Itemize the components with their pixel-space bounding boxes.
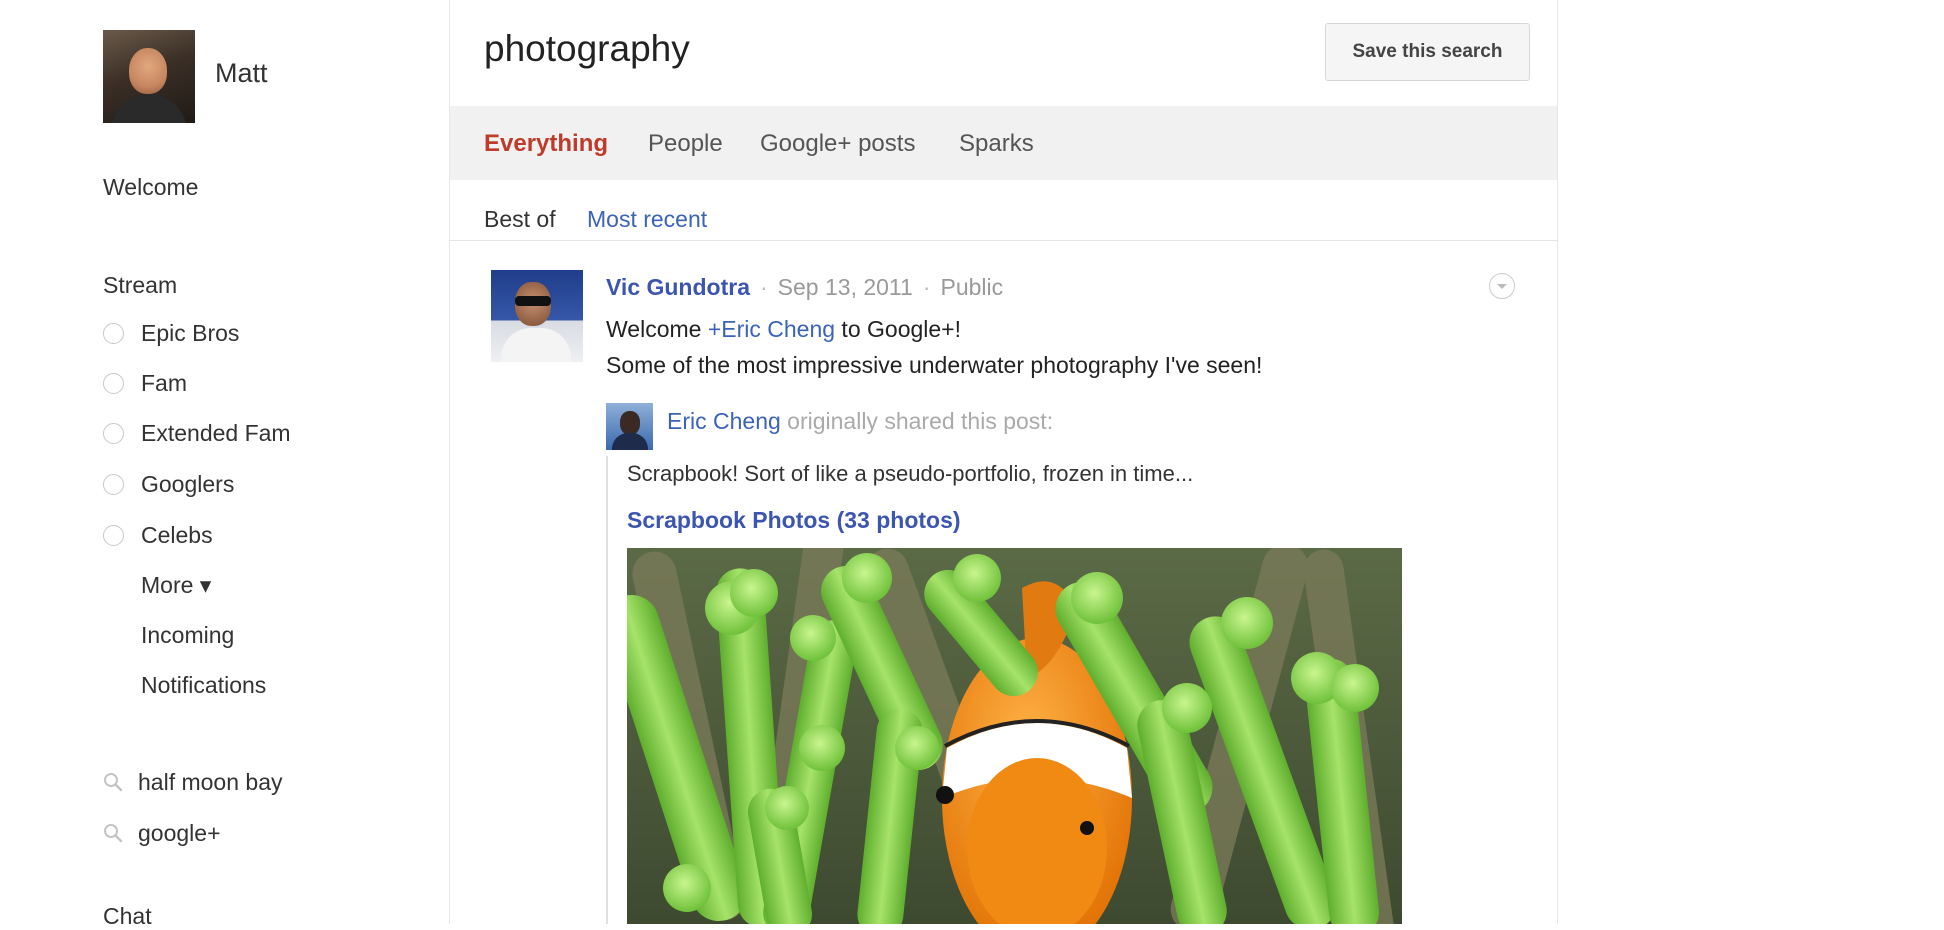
stream-heading[interactable]: Stream <box>103 272 177 299</box>
reshare-author-name[interactable]: Eric Cheng <box>667 408 781 434</box>
circle-icon <box>103 372 124 394</box>
separator-dot: · <box>922 274 931 300</box>
sidebar-more-dropdown[interactable]: More ▾ <box>141 572 211 599</box>
post-options-icon[interactable] <box>1489 273 1515 299</box>
left-sidebar: Matt Welcome Stream Epic Bros Fam Extend… <box>0 0 448 929</box>
tab-people[interactable]: People <box>648 130 723 158</box>
clownfish-photo-image <box>627 548 1402 924</box>
post-header: Vic Gundotra · Sep 13, 2011 · Public <box>606 274 1003 301</box>
sidebar-circle-fam[interactable]: Fam <box>103 368 187 398</box>
post-text-line-1: Welcome +Eric Cheng to Google+! <box>606 316 961 343</box>
post-date[interactable]: Sep 13, 2011 <box>778 274 913 300</box>
circle-label: Extended Fam <box>141 419 291 446</box>
reshare-author-avatar[interactable] <box>606 403 653 450</box>
saved-search-google-plus[interactable]: google+ <box>103 818 221 848</box>
avatar-face <box>620 411 640 435</box>
post-photo-clownfish[interactable] <box>627 548 1402 924</box>
search-icon <box>104 824 123 843</box>
result-type-tabs: Everything People Google+ posts Sparks <box>450 106 1557 180</box>
sidebar-item-notifications[interactable]: Notifications <box>141 672 266 699</box>
circle-icon <box>103 422 124 444</box>
reshare-note: originally shared this post: <box>780 408 1054 434</box>
circle-label: Fam <box>141 369 187 396</box>
reshare-text: Scrapbook! Sort of like a pseudo-portfol… <box>627 461 1194 486</box>
post-text: Welcome <box>606 316 708 342</box>
avatar-body <box>501 328 571 362</box>
filter-best-of[interactable]: Best of <box>484 206 556 233</box>
tab-google-plus-posts[interactable]: Google+ posts <box>760 130 915 158</box>
post-visibility[interactable]: Public <box>940 274 1003 300</box>
saved-search-label: half moon bay <box>138 768 283 795</box>
post-author-avatar[interactable] <box>491 270 583 362</box>
post-text: to Google+! <box>835 316 961 342</box>
search-results-column: photography Save this search Everything … <box>449 0 1558 924</box>
sidebar-circle-extended-fam[interactable]: Extended Fam <box>103 418 291 448</box>
circle-icon <box>103 524 124 546</box>
saved-search-label: google+ <box>138 819 221 846</box>
tab-everything[interactable]: Everything <box>484 130 608 158</box>
avatar-body <box>111 94 187 123</box>
saved-search-half-moon-bay[interactable]: half moon bay <box>103 767 282 797</box>
search-query-title: photography <box>484 28 690 69</box>
album-link[interactable]: Scrapbook Photos (33 photos) <box>627 507 961 534</box>
avatar-glasses <box>515 296 551 306</box>
sidebar-circle-celebs[interactable]: Celebs <box>103 520 213 550</box>
sort-filter-row: Best of Most recent <box>450 180 1557 241</box>
chat-heading[interactable]: Chat <box>103 903 152 930</box>
save-search-button[interactable]: Save this search <box>1325 23 1530 81</box>
separator-dot: · <box>760 274 768 300</box>
filter-most-recent[interactable]: Most recent <box>587 206 707 233</box>
sidebar-item-incoming[interactable]: Incoming <box>141 622 234 649</box>
sidebar-circle-googlers[interactable]: Googlers <box>103 469 234 499</box>
tab-sparks[interactable]: Sparks <box>959 130 1034 158</box>
circle-label: Celebs <box>141 521 213 548</box>
mention-link[interactable]: +Eric Cheng <box>708 316 835 342</box>
avatar-body <box>612 433 648 450</box>
circle-label: Epic Bros <box>141 319 240 346</box>
search-icon <box>104 773 123 792</box>
sidebar-circle-epic-bros[interactable]: Epic Bros <box>103 318 239 348</box>
circle-icon <box>103 473 124 495</box>
avatar-face <box>129 48 167 94</box>
user-avatar[interactable] <box>103 30 195 123</box>
circle-label: Googlers <box>141 470 235 497</box>
user-name[interactable]: Matt <box>215 58 268 89</box>
reshare-quote-bar <box>606 456 608 924</box>
post-author-name[interactable]: Vic Gundotra <box>606 274 750 300</box>
sidebar-item-welcome[interactable]: Welcome <box>103 174 198 201</box>
circle-icon <box>103 322 124 344</box>
post-text-line-2: Some of the most impressive underwater p… <box>606 352 1263 378</box>
reshare-attribution: Eric Cheng originally shared this post: <box>667 408 1053 435</box>
